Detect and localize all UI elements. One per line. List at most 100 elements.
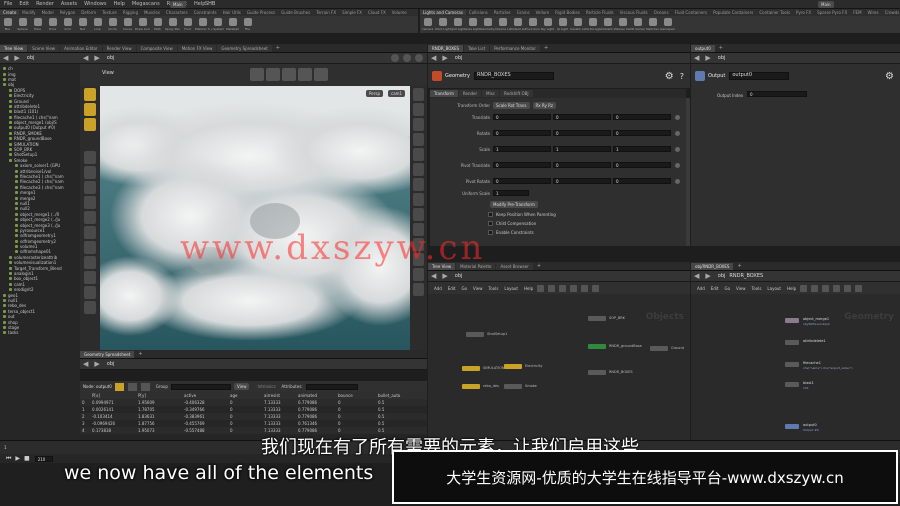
shelf-tab[interactable]: Crowds bbox=[882, 10, 900, 15]
shelf-tab[interactable]: Sparse Pyro FX bbox=[814, 10, 850, 15]
geo-node[interactable] bbox=[785, 340, 799, 345]
channel-icon[interactable] bbox=[675, 130, 680, 136]
render-region-icon[interactable] bbox=[413, 268, 424, 281]
menu-item[interactable]: Edit bbox=[19, 1, 29, 7]
backface-icon[interactable] bbox=[413, 148, 424, 161]
shelf-tool[interactable]: Gamepad Camera bbox=[660, 16, 675, 33]
network-menu-item[interactable]: Go bbox=[462, 286, 468, 291]
shelf-tab[interactable]: Oceans bbox=[651, 10, 672, 15]
object-node[interactable] bbox=[462, 366, 480, 371]
shelf-tab[interactable]: Lights and Cameras bbox=[420, 10, 466, 15]
intrinsics-label[interactable]: Intrinsics bbox=[257, 384, 275, 389]
link-icon[interactable] bbox=[403, 54, 411, 62]
shelf-tab[interactable]: Polygon bbox=[57, 10, 79, 15]
shelf-tab[interactable]: Viscous Fluids bbox=[617, 10, 651, 15]
snap-tool-icon[interactable] bbox=[84, 196, 96, 209]
shading-icon[interactable] bbox=[413, 118, 424, 131]
network-menu-item[interactable]: Tools bbox=[752, 286, 762, 291]
output-index-field[interactable]: 0 bbox=[747, 91, 807, 97]
network-menu-item[interactable]: Help bbox=[787, 286, 796, 291]
shelf-tab[interactable]: Particles bbox=[491, 10, 514, 15]
camera-menu[interactable]: cam1 bbox=[388, 90, 406, 97]
display-options-icon[interactable] bbox=[413, 88, 424, 101]
forward-arrow-icon[interactable]: ▶ bbox=[705, 54, 710, 62]
uniform-scale-field[interactable]: 1 bbox=[493, 190, 529, 196]
shelf-tab[interactable]: Guide Process bbox=[244, 10, 278, 15]
objects-network[interactable]: Objects ShotSetup1 SOP_BRK RNDR_groundBase… bbox=[428, 294, 690, 440]
point-display-icon[interactable] bbox=[413, 178, 424, 191]
object-node[interactable] bbox=[588, 344, 606, 349]
sheet-header[interactable]: animated bbox=[296, 393, 336, 398]
back-arrow-icon[interactable]: ◀ bbox=[694, 54, 699, 62]
network-menu-item[interactable]: Edit bbox=[711, 286, 719, 291]
network-path[interactable]: obj bbox=[455, 273, 463, 279]
shelf-tab[interactable]: Model bbox=[39, 10, 57, 15]
shelf-tab[interactable]: Muscles bbox=[141, 10, 163, 15]
add-tab-icon[interactable]: + bbox=[537, 263, 541, 269]
param-field[interactable]: 0 bbox=[613, 114, 671, 120]
sheet-header[interactable]: P[x] bbox=[90, 393, 136, 398]
shelf-tab[interactable]: Wires bbox=[865, 10, 882, 15]
param-field[interactable]: 0 bbox=[613, 162, 671, 168]
param-tab[interactable]: Transform bbox=[430, 90, 458, 97]
shelf-tool[interactable]: Distant Light bbox=[510, 16, 525, 33]
viewport-path[interactable]: obj bbox=[107, 55, 115, 61]
transform-order-select[interactable]: Scale Rot Trans bbox=[493, 102, 530, 109]
measure-tool-icon[interactable] bbox=[84, 271, 96, 284]
add-tab-icon[interactable]: + bbox=[276, 45, 280, 51]
pane-tab[interactable]: Geometry Spreadsheet bbox=[217, 44, 272, 52]
pane-tab[interactable]: RNDR_BOXES bbox=[428, 44, 464, 52]
viewport-canvas[interactable]: Persp cam1 bbox=[100, 86, 410, 350]
grid-icon[interactable] bbox=[844, 284, 852, 292]
shelf-tab[interactable]: Collisions bbox=[466, 10, 491, 15]
object-node[interactable] bbox=[504, 384, 522, 389]
shelf-tool[interactable]: GI Light bbox=[555, 16, 570, 33]
shelf-tab[interactable]: Rigid Bodies bbox=[552, 10, 583, 15]
shelf-tool[interactable]: Portal Light bbox=[585, 16, 600, 33]
pane-tab[interactable]: Animation Editor bbox=[60, 44, 102, 52]
shelf-tool[interactable]: Volume Light bbox=[495, 16, 510, 33]
geo-node[interactable] bbox=[785, 424, 799, 429]
object-node[interactable] bbox=[588, 316, 606, 321]
pane-tab[interactable]: Take List bbox=[464, 44, 490, 52]
grid-icon[interactable] bbox=[581, 284, 589, 292]
shelf-tool[interactable]: Curve bbox=[120, 16, 135, 33]
layout-icon[interactable] bbox=[833, 284, 841, 292]
shelf-tool[interactable]: Geometry Light bbox=[480, 16, 495, 33]
tree-path[interactable]: obj bbox=[27, 55, 35, 61]
sheet-header[interactable]: P[y] bbox=[136, 393, 182, 398]
add-tab-icon[interactable]: + bbox=[138, 351, 142, 357]
gear-icon[interactable]: ⚙ bbox=[665, 71, 674, 82]
param-tab[interactable]: Render bbox=[458, 90, 482, 97]
desktop-select-right[interactable]: Main bbox=[818, 1, 834, 8]
snap-icon[interactable] bbox=[855, 284, 863, 292]
pane-tab[interactable]: Tree View bbox=[0, 44, 28, 52]
shelf-tool[interactable]: Platonic Solids bbox=[195, 16, 210, 33]
shelf-tool[interactable]: Torus bbox=[45, 16, 60, 33]
back-arrow-icon[interactable]: ◀ bbox=[431, 272, 436, 280]
channel-icon[interactable] bbox=[675, 178, 680, 184]
pane-tab[interactable]: Asset Browser bbox=[496, 262, 533, 270]
shelf-tab[interactable]: Grains bbox=[514, 10, 533, 15]
param-field[interactable]: 0 bbox=[553, 162, 611, 168]
network-menu-item[interactable]: Layout bbox=[767, 286, 781, 291]
shelf-tool[interactable]: Spray Paint bbox=[165, 16, 180, 33]
param-field[interactable]: 0 bbox=[553, 114, 611, 120]
shelf-tab[interactable]: Fluid Containers bbox=[672, 10, 711, 15]
attributes-field[interactable] bbox=[305, 383, 358, 390]
shelf-tool[interactable]: Box bbox=[0, 16, 15, 33]
back-arrow-icon[interactable]: ◀ bbox=[694, 272, 699, 280]
output-path[interactable]: obj bbox=[718, 55, 726, 61]
background-icon[interactable] bbox=[413, 283, 424, 296]
wrench-icon[interactable] bbox=[537, 284, 545, 292]
ghost-icon[interactable] bbox=[413, 163, 424, 176]
back-arrow-icon[interactable]: ◀ bbox=[3, 54, 8, 62]
pane-tab[interactable]: Render View bbox=[102, 44, 136, 52]
shelf-tab[interactable]: Particle Fluids bbox=[583, 10, 617, 15]
forward-arrow-icon[interactable]: ▶ bbox=[442, 272, 447, 280]
param-field[interactable]: 0 bbox=[613, 178, 671, 184]
help-icon[interactable]: ? bbox=[680, 72, 684, 81]
shelf-tool[interactable]: File bbox=[240, 16, 255, 33]
output-name-field[interactable]: output0 bbox=[729, 72, 790, 80]
object-node[interactable] bbox=[588, 370, 606, 375]
